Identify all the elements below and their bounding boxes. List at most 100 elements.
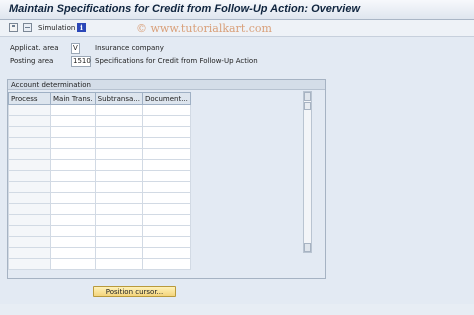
table-cell[interactable] — [50, 236, 96, 248]
table-cell[interactable] — [8, 192, 51, 204]
table-cell[interactable] — [8, 170, 51, 182]
table-cell[interactable] — [141, 247, 191, 259]
table-cell[interactable] — [8, 258, 51, 270]
table-cell[interactable] — [94, 247, 143, 259]
table-cell[interactable] — [141, 214, 191, 226]
table-cell[interactable] — [94, 214, 143, 226]
table-cell[interactable] — [141, 148, 191, 160]
table-row[interactable] — [8, 159, 191, 171]
table-row[interactable] — [8, 170, 191, 182]
table-cell[interactable] — [141, 115, 191, 127]
table-cell[interactable] — [50, 137, 96, 149]
column-header-subtransaction[interactable]: Subtransa... — [94, 92, 143, 105]
posting-area-description: Specifications for Credit from Follow-Up… — [95, 57, 258, 65]
column-header-document[interactable]: Document... — [141, 92, 191, 105]
table-cell[interactable] — [94, 192, 143, 204]
table-row[interactable] — [8, 236, 191, 248]
table-cell[interactable] — [50, 214, 96, 226]
applicat-area-description: Insurance company — [95, 44, 164, 52]
table-cell[interactable] — [8, 247, 51, 259]
table-cell[interactable] — [141, 203, 191, 215]
table-cell[interactable] — [8, 126, 51, 138]
table-cell[interactable] — [8, 159, 51, 171]
table-cell[interactable] — [141, 159, 191, 171]
table-cell[interactable] — [141, 181, 191, 193]
table-cell[interactable] — [94, 137, 143, 149]
table-row[interactable] — [8, 148, 191, 160]
table-cell[interactable] — [8, 214, 51, 226]
posting-area-field[interactable]: 1510 — [71, 56, 91, 67]
table-cell[interactable] — [94, 225, 143, 237]
watermark: © www.tutorialkart.com — [136, 22, 272, 35]
table-cell[interactable] — [141, 104, 191, 116]
table-row[interactable] — [8, 181, 191, 193]
table-cell[interactable] — [50, 203, 96, 215]
info-icon[interactable]: i — [77, 23, 86, 32]
save-icon[interactable] — [9, 23, 18, 32]
table-cell[interactable] — [141, 192, 191, 204]
table-cell[interactable] — [50, 181, 96, 193]
page-title: Maintain Specifications for Credit from … — [9, 3, 361, 15]
vertical-scrollbar[interactable] — [303, 91, 312, 253]
table-cell[interactable] — [94, 258, 143, 270]
table-row[interactable] — [8, 137, 191, 149]
status-bar — [0, 304, 474, 315]
table-cell[interactable] — [141, 225, 191, 237]
table-cell[interactable] — [50, 225, 96, 237]
simulation-button[interactable]: Simulation — [38, 24, 75, 32]
scroll-up-button[interactable] — [304, 92, 311, 101]
table-cell[interactable] — [8, 181, 51, 193]
table-row[interactable] — [8, 104, 191, 116]
table-cell[interactable] — [141, 137, 191, 149]
table-cell[interactable] — [94, 203, 143, 215]
table-cell[interactable] — [8, 236, 51, 248]
table-row[interactable] — [8, 115, 191, 127]
table-cell[interactable] — [8, 115, 51, 127]
table-cell[interactable] — [94, 148, 143, 160]
table-row[interactable] — [8, 214, 191, 226]
table-cell[interactable] — [141, 236, 191, 248]
table-cell[interactable] — [50, 247, 96, 259]
table-cell[interactable] — [50, 159, 96, 171]
table-cell[interactable] — [50, 148, 96, 160]
group-title: Account determination — [8, 80, 325, 90]
table-row[interactable] — [8, 192, 191, 204]
table-row[interactable] — [8, 258, 191, 270]
table-cell[interactable] — [8, 104, 51, 116]
title-bar: Maintain Specifications for Credit from … — [0, 0, 474, 20]
table-row[interactable] — [8, 225, 191, 237]
table-cell[interactable] — [50, 258, 96, 270]
table-cell[interactable] — [141, 258, 191, 270]
table-row[interactable] — [8, 203, 191, 215]
posting-area-label: Posting area — [10, 57, 54, 65]
applicat-area-label: Applicat. area — [10, 44, 59, 52]
scroll-down-button[interactable] — [304, 243, 311, 252]
applicat-area-field[interactable]: V — [71, 43, 80, 54]
account-determination-table: Process Main Trans. Subtransa... Documen… — [8, 92, 191, 270]
table-cell[interactable] — [50, 115, 96, 127]
table-cell[interactable] — [141, 126, 191, 138]
table-row[interactable] — [8, 247, 191, 259]
table-cell[interactable] — [50, 126, 96, 138]
table-cell[interactable] — [8, 148, 51, 160]
table-cell[interactable] — [141, 170, 191, 182]
other-object-icon[interactable] — [23, 23, 32, 32]
table-cell[interactable] — [50, 170, 96, 182]
table-cell[interactable] — [8, 203, 51, 215]
table-cell[interactable] — [94, 104, 143, 116]
scroll-thumb[interactable] — [304, 102, 311, 110]
table-cell[interactable] — [94, 170, 143, 182]
column-header-main-trans[interactable]: Main Trans. — [50, 92, 96, 105]
column-header-process[interactable]: Process — [8, 92, 51, 105]
position-cursor-button[interactable]: Position cursor... — [93, 286, 176, 297]
table-cell[interactable] — [50, 192, 96, 204]
table-row[interactable] — [8, 126, 191, 138]
table-cell[interactable] — [94, 236, 143, 248]
table-cell[interactable] — [8, 137, 51, 149]
table-cell[interactable] — [94, 159, 143, 171]
table-cell[interactable] — [94, 115, 143, 127]
table-cell[interactable] — [8, 225, 51, 237]
table-cell[interactable] — [94, 126, 143, 138]
table-cell[interactable] — [50, 104, 96, 116]
table-cell[interactable] — [94, 181, 143, 193]
